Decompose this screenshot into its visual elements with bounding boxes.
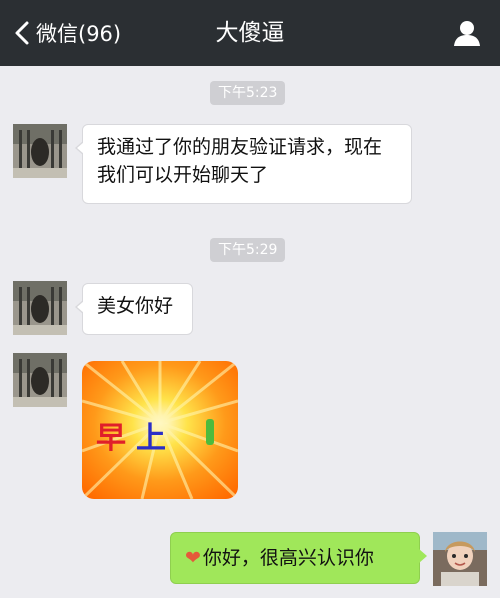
message-bubble-incoming[interactable]: 美女你好 <box>75 283 193 335</box>
chat-title: 大傻逼 <box>215 20 285 46</box>
timestamp: 下午5:23 <box>210 81 286 105</box>
message-bubble-outgoing[interactable]: ❤ 你好，很高兴认识你 <box>170 532 427 584</box>
chat-header: 微信(96) 大傻逼 <box>0 0 500 66</box>
message-bubble-incoming[interactable]: 我通过了你的朋友验证请求，现在我们可以开始聊天了 <box>75 124 412 204</box>
sticker-decoration <box>206 419 214 445</box>
avatar-contact[interactable] <box>13 281 67 335</box>
heart-emoji-icon: ❤ <box>185 547 201 569</box>
timestamp: 下午5:29 <box>210 238 286 262</box>
sticker-text: 早上 <box>96 413 176 457</box>
message-text: 你好，很高兴认识你 <box>202 547 374 569</box>
avatar-self[interactable] <box>433 532 487 586</box>
message-text: 我通过了你的朋友验证请求，现在我们可以开始聊天了 <box>97 136 383 186</box>
avatar-contact[interactable] <box>13 353 67 407</box>
sticker-image[interactable]: 早上 <box>82 361 238 499</box>
message-text: 美女你好 <box>97 295 174 317</box>
sticker-char-2: 上 <box>136 421 176 456</box>
profile-icon[interactable] <box>452 18 482 48</box>
avatar-contact[interactable] <box>13 124 67 178</box>
sticker-char-1: 早 <box>96 421 136 456</box>
